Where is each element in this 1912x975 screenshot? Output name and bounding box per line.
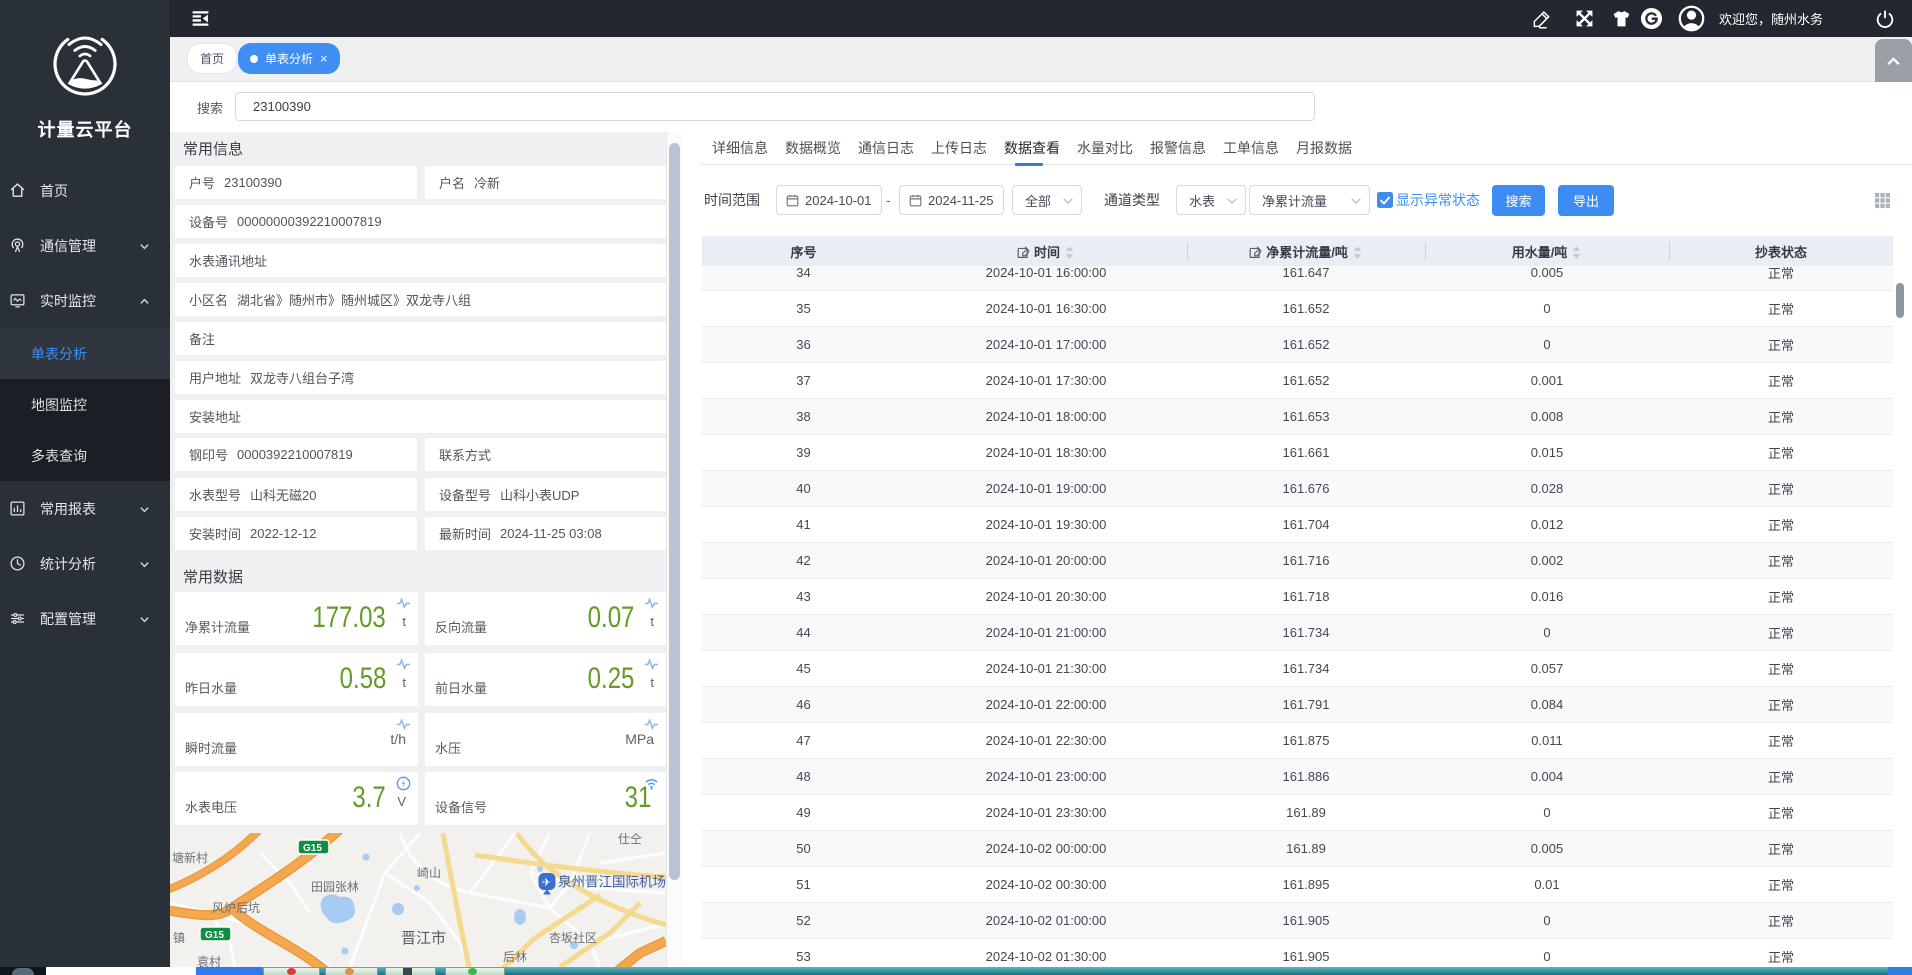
svg-text:仕仝: 仕仝 xyxy=(618,833,642,846)
svg-text:田园张林: 田园张林 xyxy=(311,880,359,894)
svg-text:崎山: 崎山 xyxy=(417,866,441,880)
svg-text:袁村: 袁村 xyxy=(197,955,221,967)
svg-text:风炉后坑: 风炉后坑 xyxy=(212,900,260,915)
svg-text:杏坂社区: 杏坂社区 xyxy=(549,930,597,945)
svg-text:塘新村: 塘新村 xyxy=(172,850,208,865)
svg-text:泉州晋江国际机场: 泉州晋江国际机场 xyxy=(558,874,666,890)
svg-text:晋江市: 晋江市 xyxy=(401,930,446,947)
svg-text:镇: 镇 xyxy=(173,931,185,945)
svg-text:G15: G15 xyxy=(205,930,224,941)
svg-text:G15: G15 xyxy=(303,843,322,854)
svg-text:✈: ✈ xyxy=(542,877,551,889)
svg-text:后林: 后林 xyxy=(503,950,527,964)
